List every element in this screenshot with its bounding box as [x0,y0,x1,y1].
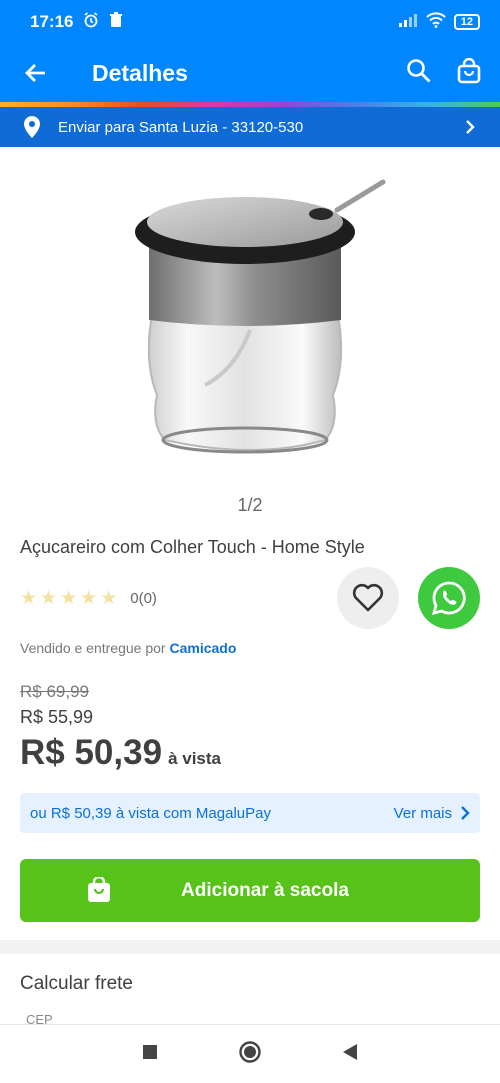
status-time: 17:16 [30,12,74,31]
wifi-icon [426,11,446,33]
circle-icon [239,1040,261,1063]
list-price: R$ 55,99 [20,707,94,727]
page-title: Detalhes [92,59,188,86]
seller-link[interactable]: Camicado [169,640,236,656]
delivery-address-bar[interactable]: Enviar para Santa Luzia - 33120-530 [0,107,500,147]
main-price: R$ 50,39 à vista [20,733,221,773]
see-more-link[interactable]: Ver mais [394,805,470,822]
search-button[interactable] [406,58,432,89]
star-icon: ★ [40,588,58,609]
rating[interactable]: ★ ★ ★ ★ ★ 0(0) [20,587,157,610]
section-divider [0,940,500,954]
home-button[interactable] [238,1040,262,1069]
see-more-label: Ver mais [393,804,452,822]
back-button[interactable] [0,44,72,102]
location-pin-icon [24,116,40,138]
battery-icon: 12 [453,14,480,30]
image-pager: 1/2 [237,495,263,515]
chevron-right-icon [461,806,470,820]
sugar-bowl-image [135,179,386,454]
rating-count: 0(0) [130,590,157,607]
bag-icon [88,877,110,902]
magalupay-banner[interactable]: ou R$ 50,39 à vista com MagaluPay Ver ma… [20,793,480,833]
star-icon: ★ [100,588,118,609]
whatsapp-icon [432,581,466,615]
price-suffix: à vista [168,749,221,768]
magalupay-text: ou R$ 50,39 à vista com MagaluPay [30,804,271,822]
chevron-right-icon [466,120,475,134]
delivery-label: Enviar para Santa Luzia - 33120-530 [58,118,304,136]
whatsapp-share-button[interactable] [418,567,480,629]
product-image[interactable] [115,170,395,470]
system-nav-bar [0,1024,500,1083]
bag-icon [457,57,481,83]
app-bar: Detalhes [0,44,500,102]
back-arrow-icon [25,64,45,82]
bag-button[interactable] [456,57,482,89]
product-title: Açucareiro com Colher Touch - Home Style [20,537,365,557]
star-icon: ★ [20,588,38,609]
heart-icon [352,583,384,612]
back-nav-button[interactable] [342,1043,358,1066]
old-price: R$ 69,99 [20,682,89,701]
status-bar: 17:16 12 [0,0,500,44]
shipping-title: Calcular frete [20,973,133,994]
trash-icon [109,11,123,33]
add-to-bag-button[interactable]: Adicionar à sacola [20,859,480,922]
seller-prefix: Vendido e entregue por [20,640,166,656]
price-value: R$ 50,39 [20,733,163,772]
favorite-button[interactable] [337,567,399,629]
star-icon: ★ [80,588,98,609]
star-icon: ★ [60,588,78,609]
square-icon [143,1044,157,1059]
triangle-back-icon [343,1043,357,1060]
search-icon [407,58,431,82]
signal-icon [398,12,418,32]
alarm-icon [83,11,99,33]
recents-button[interactable] [142,1044,158,1065]
seller-info: Vendido e entregue por Camicado [20,640,236,656]
